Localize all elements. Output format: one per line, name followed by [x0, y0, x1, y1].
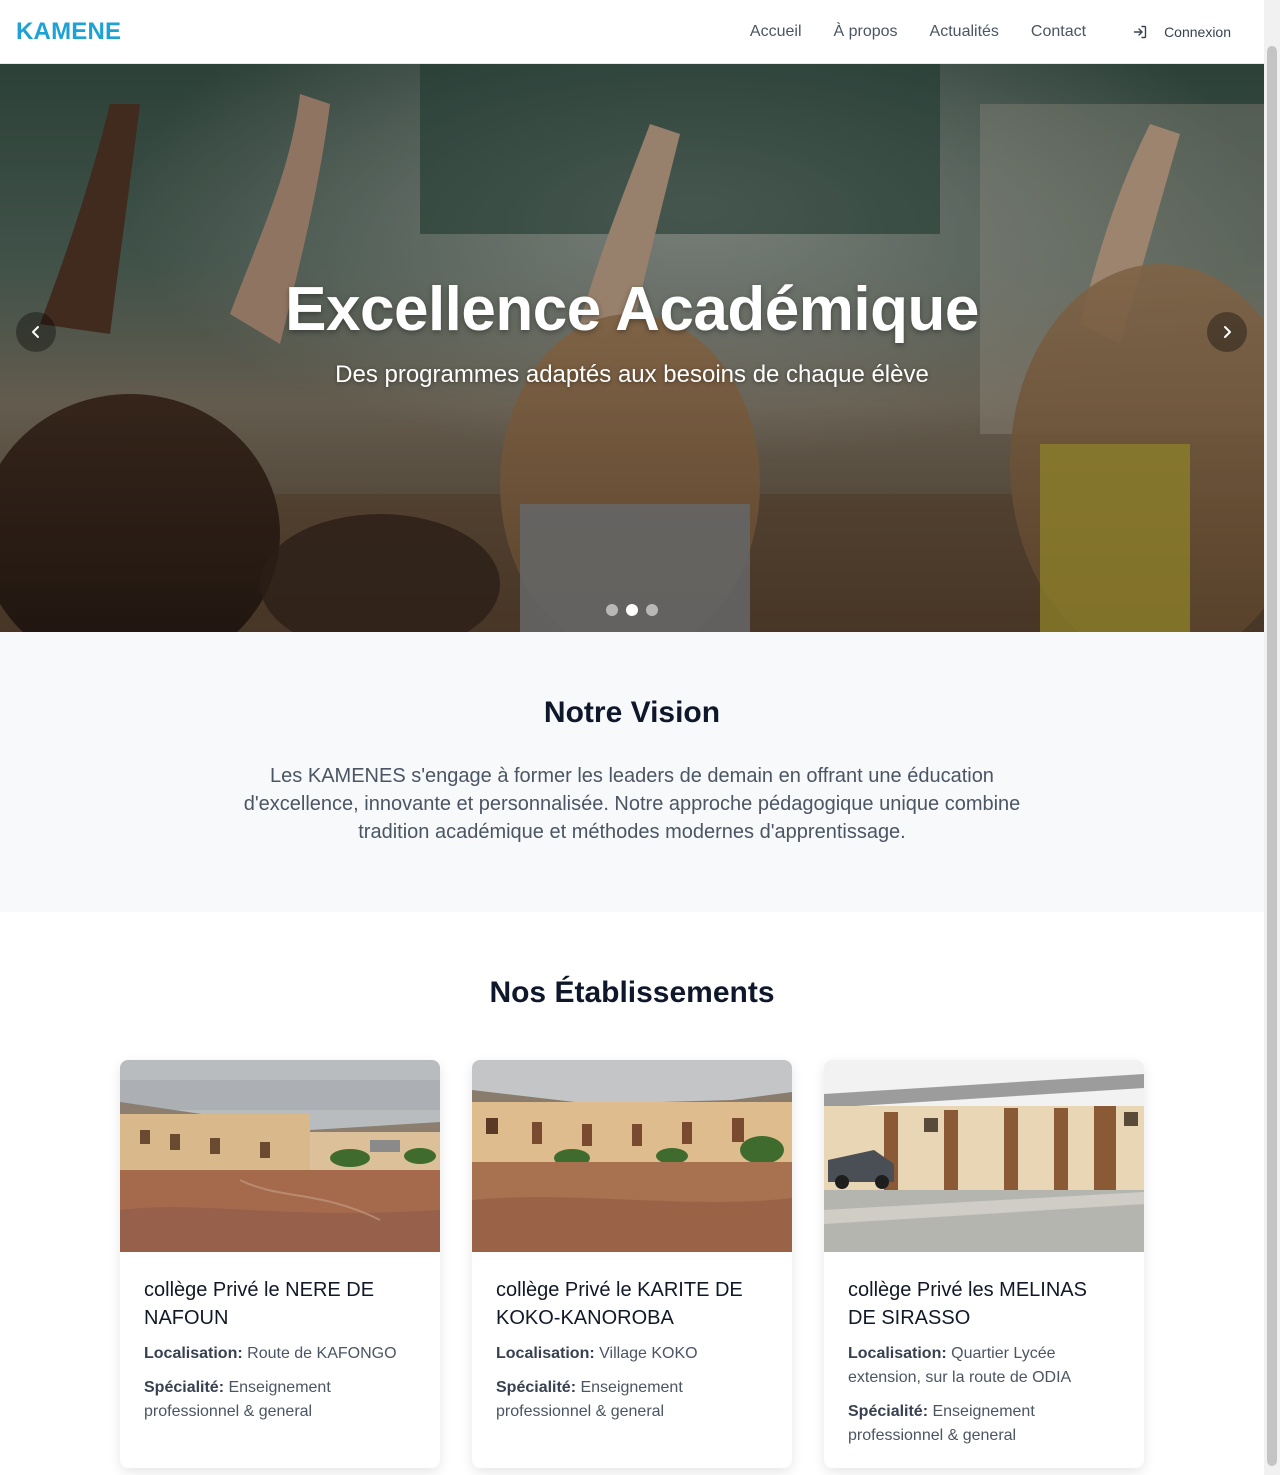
specialty-label: Spécialité:: [848, 1403, 929, 1420]
school-photo-nere: [120, 1060, 440, 1252]
nav-link-accueil[interactable]: Accueil: [750, 23, 802, 41]
school-photo-melinas: [824, 1060, 1144, 1252]
scrollbar-thumb[interactable]: [1267, 46, 1277, 1466]
establishments-section: Nos Établissements collège Privé le NERE…: [0, 912, 1264, 1475]
nav-link-contact[interactable]: Contact: [1031, 23, 1086, 41]
establishment-location: Localisation: Quartier Lycée extension, …: [848, 1342, 1120, 1390]
vision-text: Les KAMENES s'engage à former les leader…: [243, 765, 1021, 843]
establishment-card[interactable]: collège Privé le NERE DE NAFOUN Localisa…: [120, 1060, 440, 1468]
chevron-right-icon: [1224, 326, 1231, 338]
brand-logo[interactable]: KAMENE: [16, 18, 121, 46]
carousel-prev-button[interactable]: [16, 312, 56, 352]
card-body: collège Privé le KARITE DE KOKO-KANOROBA…: [472, 1252, 792, 1424]
location-label: Localisation:: [496, 1345, 595, 1362]
establishment-specialty: Spécialité: Enseignement professionnel &…: [848, 1400, 1120, 1448]
establishments-title: Nos Établissements: [489, 976, 775, 1009]
card-body: collège Privé les MELINAS DE SIRASSO Loc…: [824, 1252, 1144, 1448]
carousel-dot-3[interactable]: [646, 604, 658, 616]
hero-subtitle: Des programmes adaptés aux besoins de ch…: [335, 361, 929, 388]
login-label: Connexion: [1164, 23, 1231, 40]
vision-section: Notre Vision Les KAMENES s'engage à form…: [0, 632, 1264, 912]
establishment-name: collège Privé le KARITE DE KOKO-KANOROBA: [496, 1279, 743, 1329]
card-body: collège Privé le NERE DE NAFOUN Localisa…: [120, 1252, 440, 1424]
location-value: Route de KAFONGO: [247, 1345, 397, 1362]
specialty-label: Spécialité:: [496, 1379, 577, 1396]
establishment-card[interactable]: collège Privé le KARITE DE KOKO-KANOROBA…: [472, 1060, 792, 1468]
main-nav: Accueil À propos Actualités Contact Conn…: [718, 23, 1248, 41]
login-icon: [1133, 25, 1147, 38]
carousel-next-button[interactable]: [1207, 312, 1247, 352]
location-label: Localisation:: [848, 1345, 947, 1362]
page-scrollbar[interactable]: [1264, 0, 1280, 1475]
hero-carousel: Excellence Académique Des programmes ada…: [0, 64, 1264, 632]
establishment-specialty: Spécialité: Enseignement professionnel &…: [144, 1376, 416, 1424]
location-label: Localisation:: [144, 1345, 243, 1362]
hero-text: Excellence Académique Des programmes ada…: [0, 274, 1264, 389]
school-photo-karite: [472, 1060, 792, 1252]
hero-title: Excellence Académique: [285, 275, 979, 344]
carousel-indicators: [0, 604, 1264, 616]
establishment-card[interactable]: collège Privé les MELINAS DE SIRASSO Loc…: [824, 1060, 1144, 1468]
specialty-label: Spécialité:: [144, 1379, 225, 1396]
establishment-name: collège Privé les MELINAS DE SIRASSO: [848, 1279, 1087, 1329]
carousel-dot-2[interactable]: [626, 604, 638, 616]
top-navbar: KAMENE Accueil À propos Actualités Conta…: [0, 0, 1264, 64]
establishment-name: collège Privé le NERE DE NAFOUN: [144, 1279, 375, 1329]
establishment-location: Localisation: Village KOKO: [496, 1342, 768, 1366]
nav-link-actualites[interactable]: Actualités: [930, 23, 999, 41]
carousel-dot-1[interactable]: [606, 604, 618, 616]
nav-link-a-propos[interactable]: À propos: [834, 23, 898, 41]
chevron-left-icon: [32, 326, 39, 338]
establishment-location: Localisation: Route de KAFONGO: [144, 1342, 416, 1366]
establishment-specialty: Spécialité: Enseignement professionnel &…: [496, 1376, 768, 1424]
login-button[interactable]: Connexion: [1132, 24, 1231, 40]
vision-title: Notre Vision: [543, 696, 721, 729]
location-value: Village KOKO: [599, 1345, 698, 1362]
